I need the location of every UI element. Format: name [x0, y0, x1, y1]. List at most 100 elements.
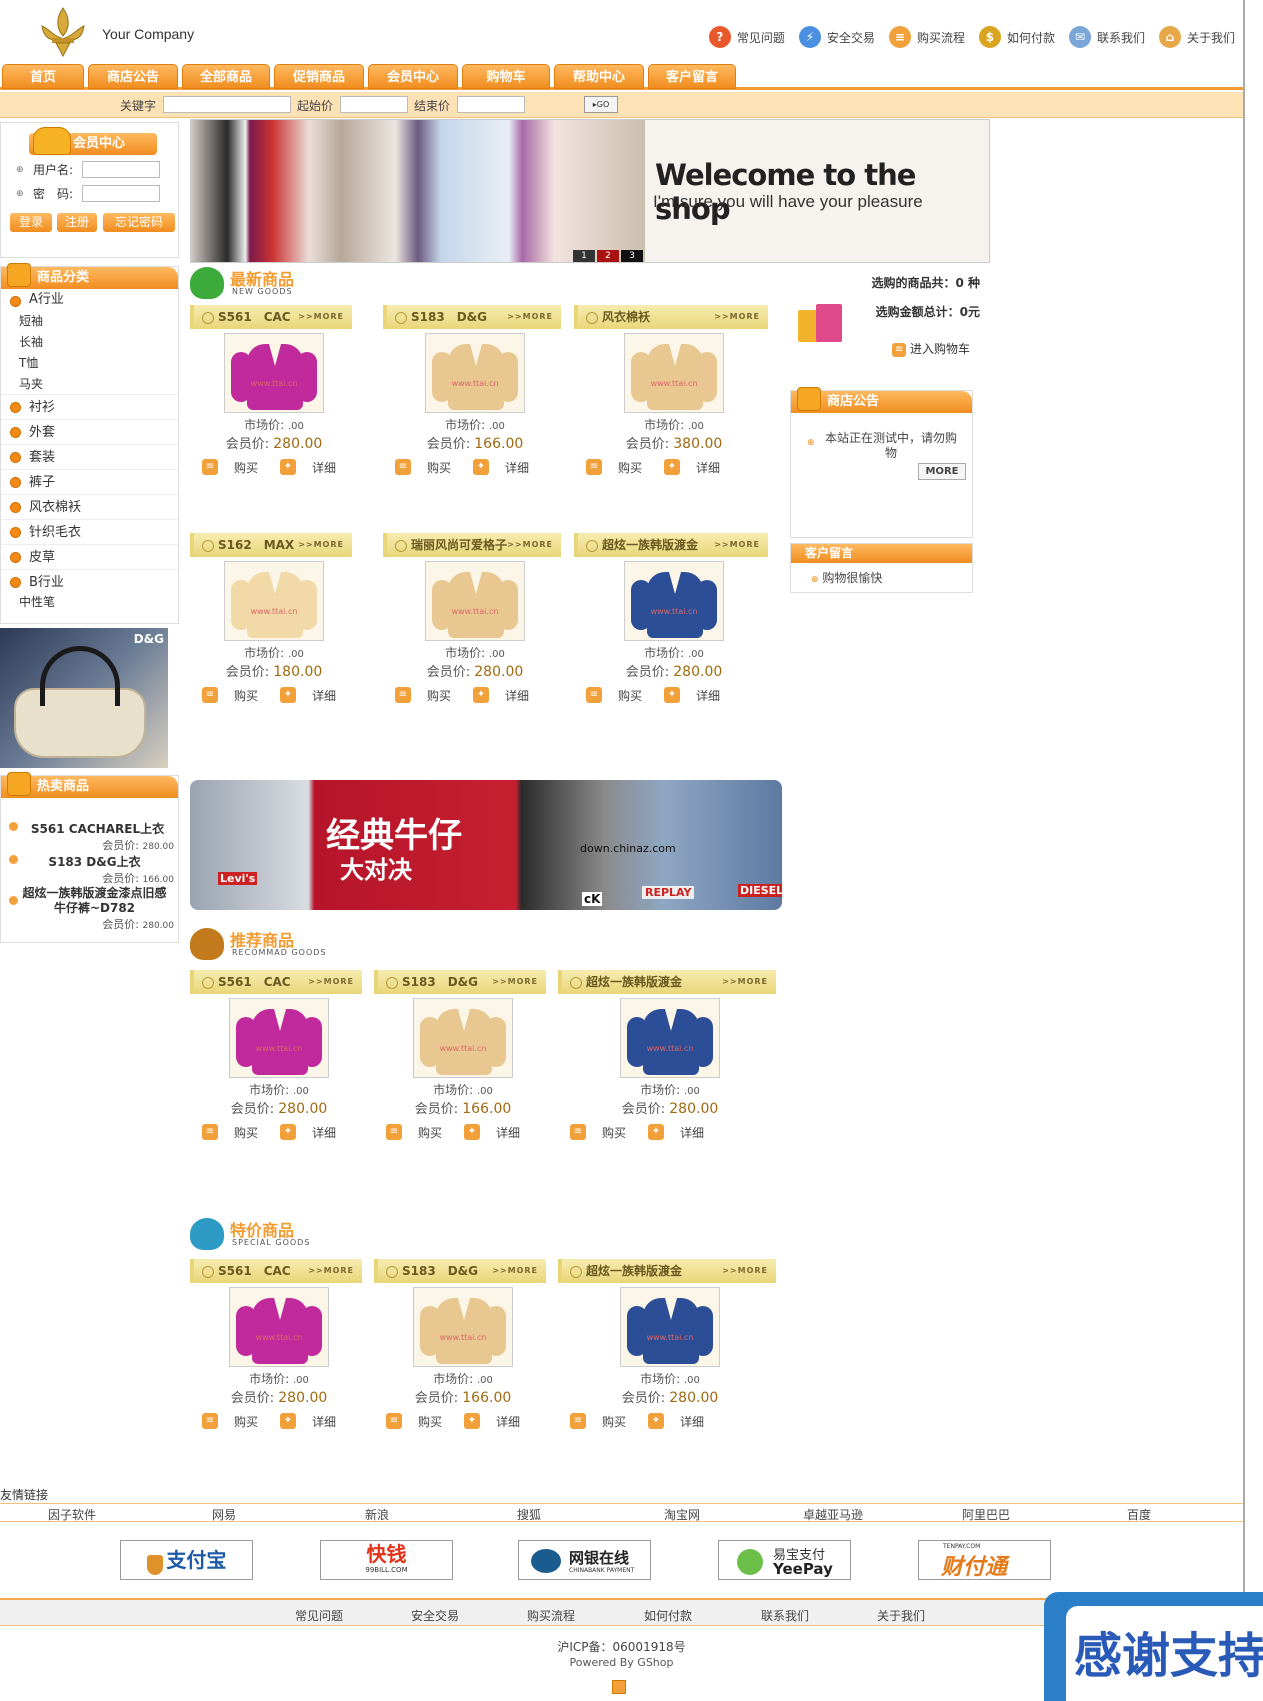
- product-image[interactable]: www.ttai.cn: [229, 998, 329, 1078]
- detail-icon[interactable]: ✦: [648, 1124, 664, 1140]
- detail-icon[interactable]: ✦: [280, 687, 296, 703]
- footer-link-process[interactable]: 购买流程: [527, 1607, 575, 1624]
- product-title-bar[interactable]: S162 MAX >>MORE: [190, 533, 358, 557]
- friend-link[interactable]: 阿里巴巴: [962, 1506, 1010, 1523]
- buy-icon[interactable]: ≡: [586, 459, 602, 475]
- buy-link[interactable]: 购买: [234, 1124, 258, 1141]
- category-item-fur[interactable]: 皮草: [1, 545, 178, 570]
- nav-tab-messages[interactable]: 客户留言: [648, 64, 736, 89]
- register-button[interactable]: 注册: [57, 213, 97, 232]
- product-card[interactable]: 超炫一族韩版渡金 >>MORE www.ttai.cn 市场价: .00 会员价: 28…: [574, 533, 774, 703]
- max-price-input[interactable]: [457, 96, 525, 113]
- category-item-coats[interactable]: 外套: [1, 420, 178, 445]
- product-title-bar[interactable]: 超炫一族韩版渡金 >>MORE: [558, 1259, 782, 1283]
- product-image[interactable]: www.ttai.cn: [224, 333, 324, 413]
- nav-tab-cart[interactable]: 购物车: [462, 64, 550, 89]
- product-card[interactable]: S183 D&G >>MORE www.ttai.cn 市场价: .00 会员价: 16…: [374, 970, 552, 1140]
- footer-link-contact[interactable]: 联系我们: [761, 1607, 809, 1624]
- detail-icon[interactable]: ✦: [664, 687, 680, 703]
- product-title-bar[interactable]: S183 D&G >>MORE: [374, 1259, 552, 1283]
- nav-tab-member[interactable]: 会员中心: [368, 64, 458, 89]
- buy-link[interactable]: 购买: [618, 459, 642, 476]
- category-item-suits[interactable]: 套装: [1, 445, 178, 470]
- subcategory-vest[interactable]: 马夹: [1, 374, 178, 395]
- footer-link-faq[interactable]: 常见问题: [295, 1607, 343, 1624]
- nav-tab-home[interactable]: 首页: [2, 64, 84, 89]
- more-link[interactable]: >>MORE: [714, 305, 760, 329]
- buy-icon[interactable]: ≡: [386, 1124, 402, 1140]
- detail-link[interactable]: 详细: [680, 1124, 704, 1141]
- more-link[interactable]: >>MORE: [722, 970, 768, 994]
- detail-link[interactable]: 详细: [696, 459, 720, 476]
- hot-item[interactable]: S183 D&G上衣 会员价: 166.00: [1, 853, 178, 886]
- product-title-bar[interactable]: 超炫一族韩版渡金 >>MORE: [558, 970, 782, 994]
- welcome-banner[interactable]: 1 2 3 Welecome to the shop I'm sure you …: [190, 119, 990, 263]
- subcategory-short-sleeve[interactable]: 短袖: [1, 311, 178, 332]
- friend-link[interactable]: 卓越亚马逊: [803, 1506, 863, 1523]
- product-title-bar[interactable]: S183 D&G >>MORE: [383, 305, 567, 329]
- product-image[interactable]: www.ttai.cn: [620, 1287, 720, 1367]
- product-card[interactable]: 风衣棉袄 >>MORE www.ttai.cn 市场价: .00 会员价: 380.00…: [574, 305, 774, 475]
- friend-link[interactable]: 因子软件: [48, 1506, 96, 1523]
- footer-link-payment[interactable]: 如何付款: [644, 1607, 692, 1624]
- detail-icon[interactable]: ✦: [280, 459, 296, 475]
- detail-icon[interactable]: ✦: [280, 1413, 296, 1429]
- category-item-b[interactable]: B行业: [1, 570, 178, 592]
- friend-link[interactable]: 新浪: [365, 1506, 389, 1523]
- buy-link[interactable]: 购买: [618, 687, 642, 704]
- product-title-bar[interactable]: 超炫一族韩版渡金 >>MORE: [574, 533, 774, 557]
- payment-99bill[interactable]: 快钱 99BILL.COM: [320, 1540, 453, 1580]
- notice-more-button[interactable]: MORE: [918, 463, 966, 480]
- buy-link[interactable]: 购买: [427, 459, 451, 476]
- payment-yeepay[interactable]: 易宝支付 YeePay: [718, 1540, 851, 1580]
- hot-item[interactable]: S561 CACHAREL上衣 会员价: 280.00: [1, 820, 178, 853]
- friend-link[interactable]: 百度: [1127, 1506, 1151, 1523]
- detail-link[interactable]: 详细: [505, 459, 529, 476]
- banner-page-1[interactable]: 1: [573, 250, 595, 262]
- nav-tab-help[interactable]: 帮助中心: [554, 64, 644, 89]
- product-card[interactable]: 超炫一族韩版渡金 >>MORE www.ttai.cn 市场价: .00 会员价: 28…: [558, 1259, 782, 1429]
- product-image[interactable]: www.ttai.cn: [224, 561, 324, 641]
- category-item-shirts[interactable]: 衬衫: [1, 395, 178, 420]
- nav-tab-notice[interactable]: 商店公告: [88, 64, 178, 89]
- product-title-bar[interactable]: S561 CAC >>MORE: [190, 1259, 368, 1283]
- nav-tab-promo[interactable]: 促销商品: [274, 64, 364, 89]
- subcategory-pen[interactable]: 中性笔: [1, 592, 178, 613]
- category-item-pants[interactable]: 裤子: [1, 470, 178, 495]
- product-card[interactable]: 超炫一族韩版渡金 >>MORE www.ttai.cn 市场价: .00 会员价: 28…: [558, 970, 782, 1140]
- forgot-password-button[interactable]: 忘记密码: [103, 213, 175, 232]
- more-link[interactable]: >>MORE: [722, 1259, 768, 1283]
- category-item-a[interactable]: A行业: [1, 289, 178, 311]
- detail-icon[interactable]: ✦: [473, 687, 489, 703]
- buy-link[interactable]: 购买: [234, 459, 258, 476]
- detail-icon[interactable]: ✦: [473, 459, 489, 475]
- product-card[interactable]: S561 CAC >>MORE www.ttai.cn 市场价: .00 会员价: 28…: [190, 1259, 368, 1429]
- friend-link[interactable]: 网易: [212, 1506, 236, 1523]
- handbag-ad[interactable]: D&G: [0, 628, 168, 768]
- detail-link[interactable]: 详细: [680, 1413, 704, 1430]
- buy-icon[interactable]: ≡: [386, 1413, 402, 1429]
- product-title-bar[interactable]: S183 D&G >>MORE: [374, 970, 552, 994]
- detail-icon[interactable]: ✦: [464, 1413, 480, 1429]
- notice-text[interactable]: 本站正在测试中，请勿购物: [821, 431, 961, 461]
- category-item-windbreaker[interactable]: 风衣棉袄: [1, 495, 178, 520]
- nav-tab-all-goods[interactable]: 全部商品: [182, 64, 270, 89]
- product-title-bar[interactable]: 瑞丽风尚可爱格子 >>MORE: [383, 533, 567, 557]
- detail-link[interactable]: 详细: [505, 687, 529, 704]
- thanks-corner-banner[interactable]: 感谢支持: [1044, 1592, 1263, 1701]
- product-image[interactable]: www.ttai.cn: [620, 998, 720, 1078]
- top-link-faq[interactable]: ? 常见问题: [708, 26, 785, 48]
- buy-link[interactable]: 购买: [427, 687, 451, 704]
- product-card[interactable]: S183 D&G >>MORE www.ttai.cn 市场价: .00 会员价: 16…: [383, 305, 567, 475]
- top-link-about[interactable]: ⌂ 关于我们: [1158, 26, 1235, 48]
- product-image[interactable]: www.ttai.cn: [425, 561, 525, 641]
- more-link[interactable]: >>MORE: [308, 970, 354, 994]
- detail-link[interactable]: 详细: [696, 687, 720, 704]
- buy-icon[interactable]: ≡: [202, 459, 218, 475]
- more-link[interactable]: >>MORE: [492, 1259, 538, 1283]
- login-button[interactable]: 登录: [10, 213, 52, 232]
- subcategory-tshirt[interactable]: T恤: [1, 353, 178, 374]
- buy-icon[interactable]: ≡: [202, 687, 218, 703]
- jeans-banner[interactable]: 经典牛仔 大对决 down.chinaz.com REPLAY DIESEL c…: [190, 780, 782, 910]
- product-title-bar[interactable]: S561 CAC >>MORE: [190, 970, 368, 994]
